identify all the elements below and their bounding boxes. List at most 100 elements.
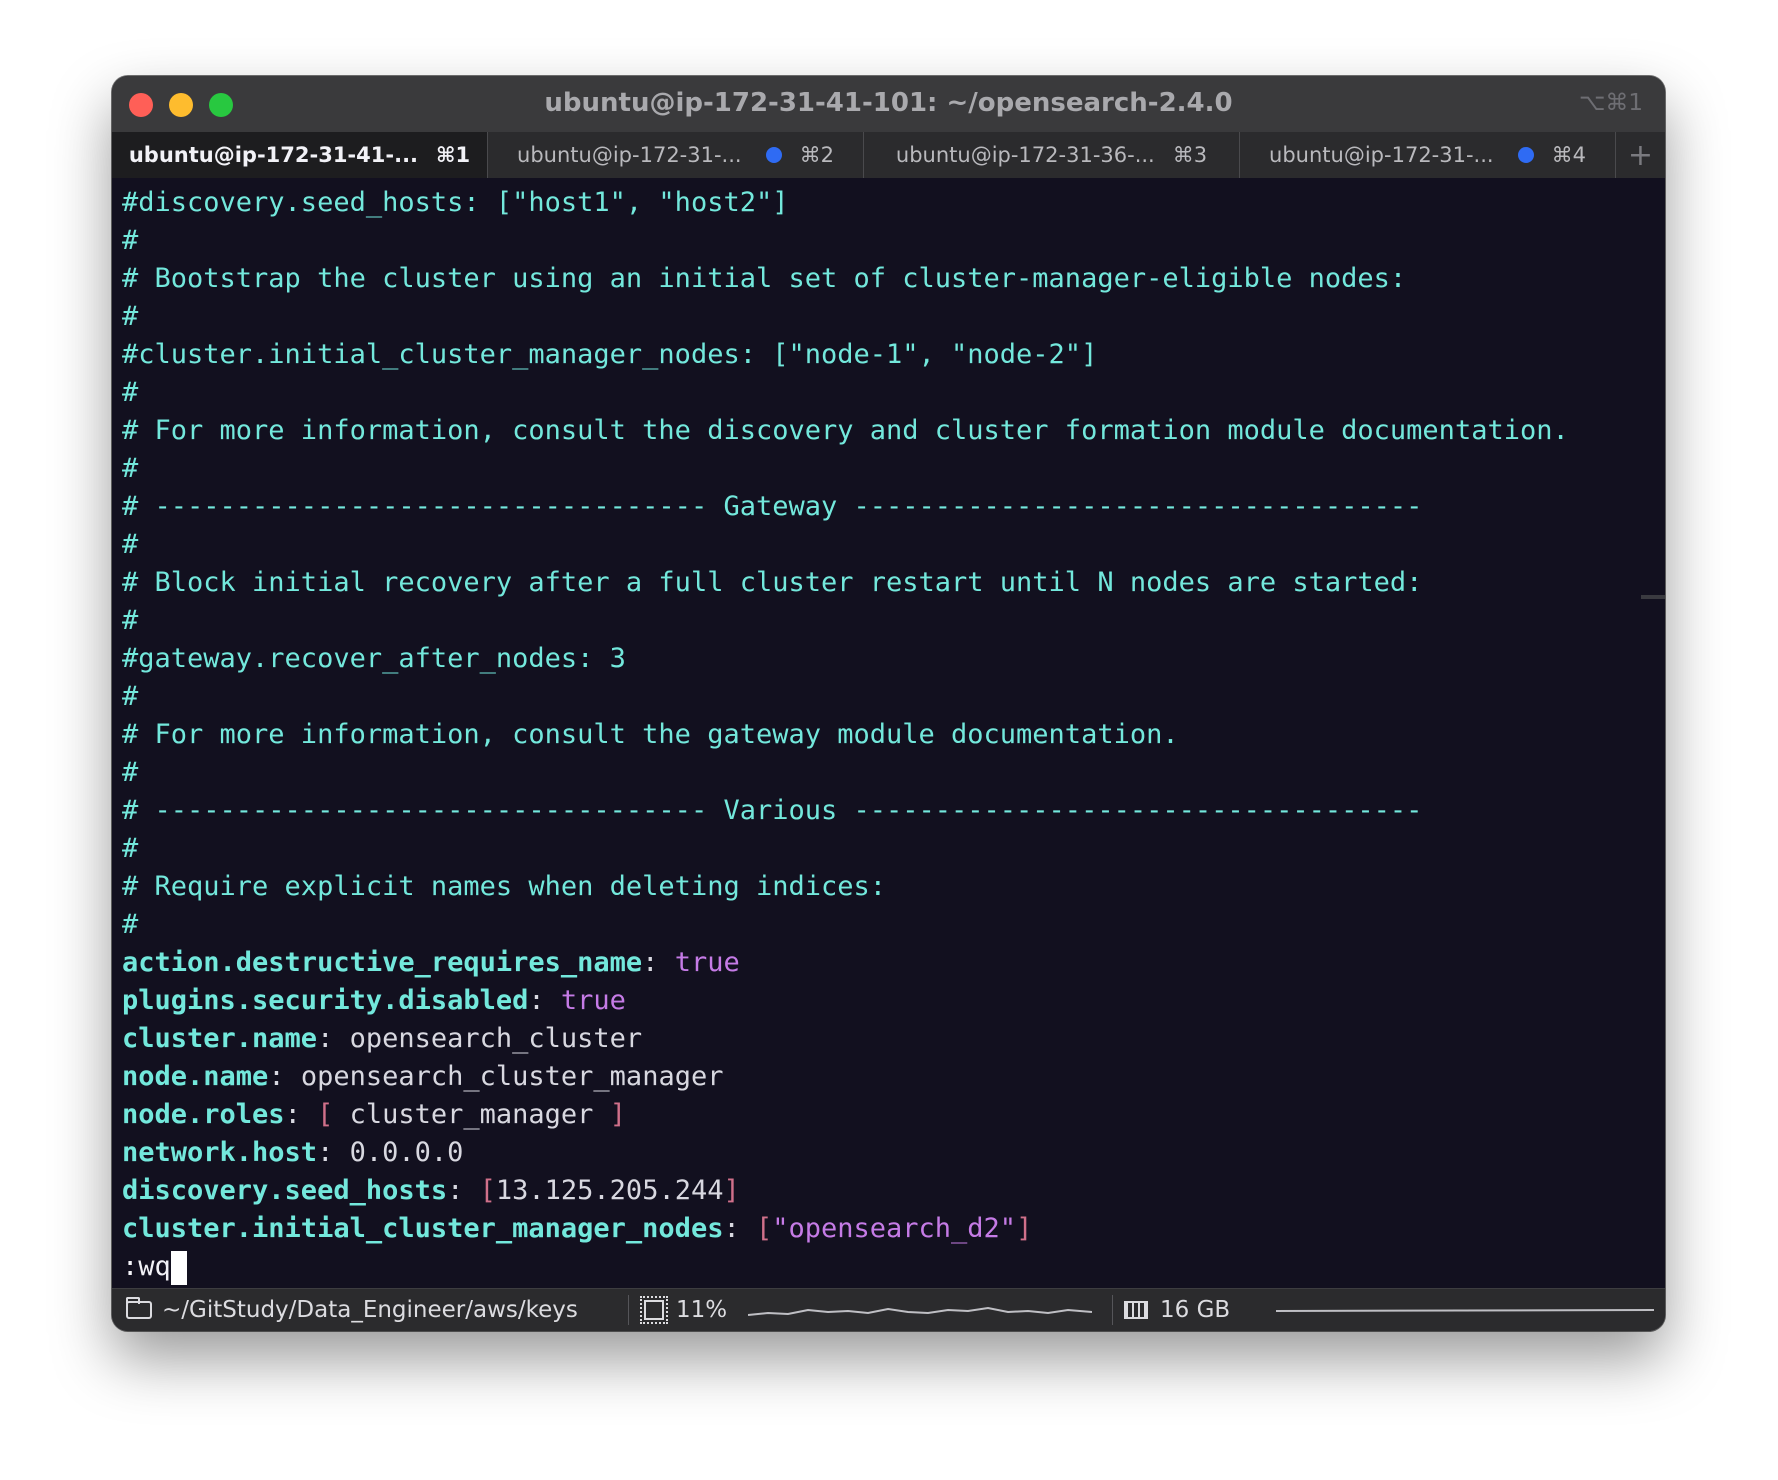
status-divider xyxy=(1112,1295,1113,1325)
text-cursor xyxy=(170,1250,187,1285)
tab-label: ubuntu@ip-172-31-41-... xyxy=(128,143,419,167)
setting-key: network.host xyxy=(122,1137,318,1168)
setting-line: node.name: opensearch_cluster_manager xyxy=(122,1058,1632,1096)
tab-shortcut: ⌘3 xyxy=(1172,143,1208,167)
window-title: ubuntu@ip-172-31-41-101: ~/opensearch-2.… xyxy=(544,88,1233,118)
memory-graph xyxy=(1276,1309,1654,1312)
setting-value: opensearch_cluster_manager xyxy=(300,1061,724,1092)
setting-colon: : xyxy=(447,1175,480,1206)
bracket-close: ] xyxy=(723,1175,740,1206)
comment-line: # ---------------------------------- Var… xyxy=(122,795,1423,826)
setting-value: true xyxy=(674,947,740,978)
tab-shortcut: ⌘4 xyxy=(1551,143,1586,167)
comment-line: # Block initial recovery after a full cl… xyxy=(122,567,1423,598)
memory-icon xyxy=(1124,1301,1148,1319)
setting-colon: : xyxy=(284,1099,318,1130)
activity-dot-icon xyxy=(765,147,782,163)
status-path[interactable]: ~/GitStudy/Data_Engineer/aws/keys xyxy=(126,1289,578,1331)
setting-key: discovery.seed_hosts xyxy=(122,1175,448,1206)
tab-label: ubuntu@ip-172-31-... xyxy=(517,143,742,167)
comment-line: # ---------------------------------- Gat… xyxy=(122,491,1423,522)
setting-value: 0.0.0.0 xyxy=(349,1137,464,1168)
comment-line: # Require explicit names when deleting i… xyxy=(122,871,887,902)
status-cpu: 11% xyxy=(640,1289,728,1331)
tab-shortcut: ⌘2 xyxy=(799,143,834,167)
comment-line: # Bootstrap the cluster using an initial… xyxy=(122,263,1407,294)
setting-line: action.destructive_requires_name: true xyxy=(122,944,1632,982)
setting-line: discovery.seed_hosts: [13.125.205.244] xyxy=(122,1172,1632,1210)
scroll-mark xyxy=(1641,595,1665,599)
comment-line: # xyxy=(122,453,139,484)
folder-icon xyxy=(126,1297,152,1319)
comment-line: #discovery.seed_hosts: ["host1", "host2"… xyxy=(122,187,789,218)
comment-line: #gateway.recover_after_nodes: 3 xyxy=(122,643,626,674)
tab-2[interactable]: ubuntu@ip-172-31-... ⌘2 xyxy=(488,132,864,178)
setting-key: action.destructive_requires_name xyxy=(122,947,643,978)
setting-key: node.roles xyxy=(122,1099,285,1130)
comment-line: # xyxy=(122,225,139,256)
status-divider xyxy=(628,1295,629,1325)
close-button[interactable] xyxy=(129,93,153,117)
cpu-icon xyxy=(640,1296,668,1324)
setting-colon: : xyxy=(317,1137,350,1168)
comment-line: # xyxy=(122,301,139,332)
status-bar: ~/GitStudy/Data_Engineer/aws/keys 11% 16… xyxy=(112,1288,1665,1331)
comment-line: # xyxy=(122,909,139,940)
comment-line: # xyxy=(122,605,139,636)
tab-label: ubuntu@ip-172-31-... xyxy=(1269,143,1494,167)
setting-colon: : xyxy=(268,1061,301,1092)
command-line[interactable]: :wq xyxy=(122,1248,1632,1286)
tab-bar: ubuntu@ip-172-31-41-... ⌘1 ubuntu@ip-172-3… xyxy=(112,132,1665,178)
tab-1[interactable]: ubuntu@ip-172-31-41-... ⌘1 xyxy=(112,132,488,178)
comment-line: #cluster.initial_cluster_manager_nodes: … xyxy=(122,339,1098,370)
setting-line: network.host: 0.0.0.0 xyxy=(122,1134,1632,1172)
comment-line: # xyxy=(122,377,139,408)
minimize-button[interactable] xyxy=(169,93,193,117)
setting-value: true xyxy=(560,985,626,1016)
title-bar[interactable]: ubuntu@ip-172-31-41-101: ~/opensearch-2.… xyxy=(112,76,1665,132)
setting-key: node.name xyxy=(122,1061,269,1092)
cpu-graph xyxy=(748,1306,1092,1316)
zoom-button[interactable] xyxy=(209,93,233,117)
comment-line: # xyxy=(122,757,139,788)
comment-line: # xyxy=(122,833,139,864)
setting-line: cluster.initial_cluster_manager_nodes: [… xyxy=(122,1210,1632,1248)
status-cpu-value: 11% xyxy=(676,1297,728,1323)
setting-key: plugins.security.disabled xyxy=(122,985,529,1016)
setting-colon: : xyxy=(528,985,561,1016)
comment-line: # For more information, consult the gate… xyxy=(122,719,1179,750)
setting-value: cluster_manager xyxy=(333,1099,610,1130)
bracket-open: [ xyxy=(317,1099,334,1130)
setting-value: "opensearch_d2" xyxy=(772,1213,1017,1244)
tab-label: ubuntu@ip-172-31-36-... xyxy=(895,143,1155,167)
setting-value: 13.125.205.244 xyxy=(495,1175,724,1206)
status-memory-value: 16 GB xyxy=(1160,1297,1231,1323)
traffic-lights xyxy=(129,93,233,117)
comment-line: # xyxy=(122,681,139,712)
setting-colon: : xyxy=(642,947,675,978)
vim-command: :wq xyxy=(122,1251,171,1282)
terminal-window: ubuntu@ip-172-31-41-101: ~/opensearch-2.… xyxy=(112,76,1665,1331)
new-tab-button[interactable]: + xyxy=(1616,132,1665,178)
bracket-open: [ xyxy=(479,1175,496,1206)
activity-dot-icon xyxy=(1517,147,1534,163)
bracket-close: ] xyxy=(609,1099,626,1130)
setting-line: node.roles: [ cluster_manager ] xyxy=(122,1096,1632,1134)
comment-line: # For more information, consult the disc… xyxy=(122,415,1569,446)
setting-key: cluster.name xyxy=(122,1023,318,1054)
comment-line: # xyxy=(122,529,139,560)
setting-line: plugins.security.disabled: true xyxy=(122,982,1632,1020)
setting-key: cluster.initial_cluster_manager_nodes xyxy=(122,1213,724,1244)
window-shortcut: ⌥⌘1 xyxy=(1578,90,1643,116)
setting-value: opensearch_cluster xyxy=(349,1023,643,1054)
setting-colon: : xyxy=(317,1023,350,1054)
status-memory: 16 GB xyxy=(1124,1289,1230,1331)
tab-3[interactable]: ubuntu@ip-172-31-36-... ⌘3 xyxy=(864,132,1240,178)
setting-line: cluster.name: opensearch_cluster xyxy=(122,1020,1632,1058)
tab-4[interactable]: ubuntu@ip-172-31-... ⌘4 xyxy=(1240,132,1616,178)
terminal-content[interactable]: #discovery.seed_hosts: ["host1", "host2"… xyxy=(112,178,1632,1331)
setting-colon: : xyxy=(723,1213,756,1244)
bracket-open: [ xyxy=(755,1213,773,1244)
bracket-close: ] xyxy=(1016,1213,1033,1244)
status-path-label: ~/GitStudy/Data_Engineer/aws/keys xyxy=(162,1297,578,1323)
